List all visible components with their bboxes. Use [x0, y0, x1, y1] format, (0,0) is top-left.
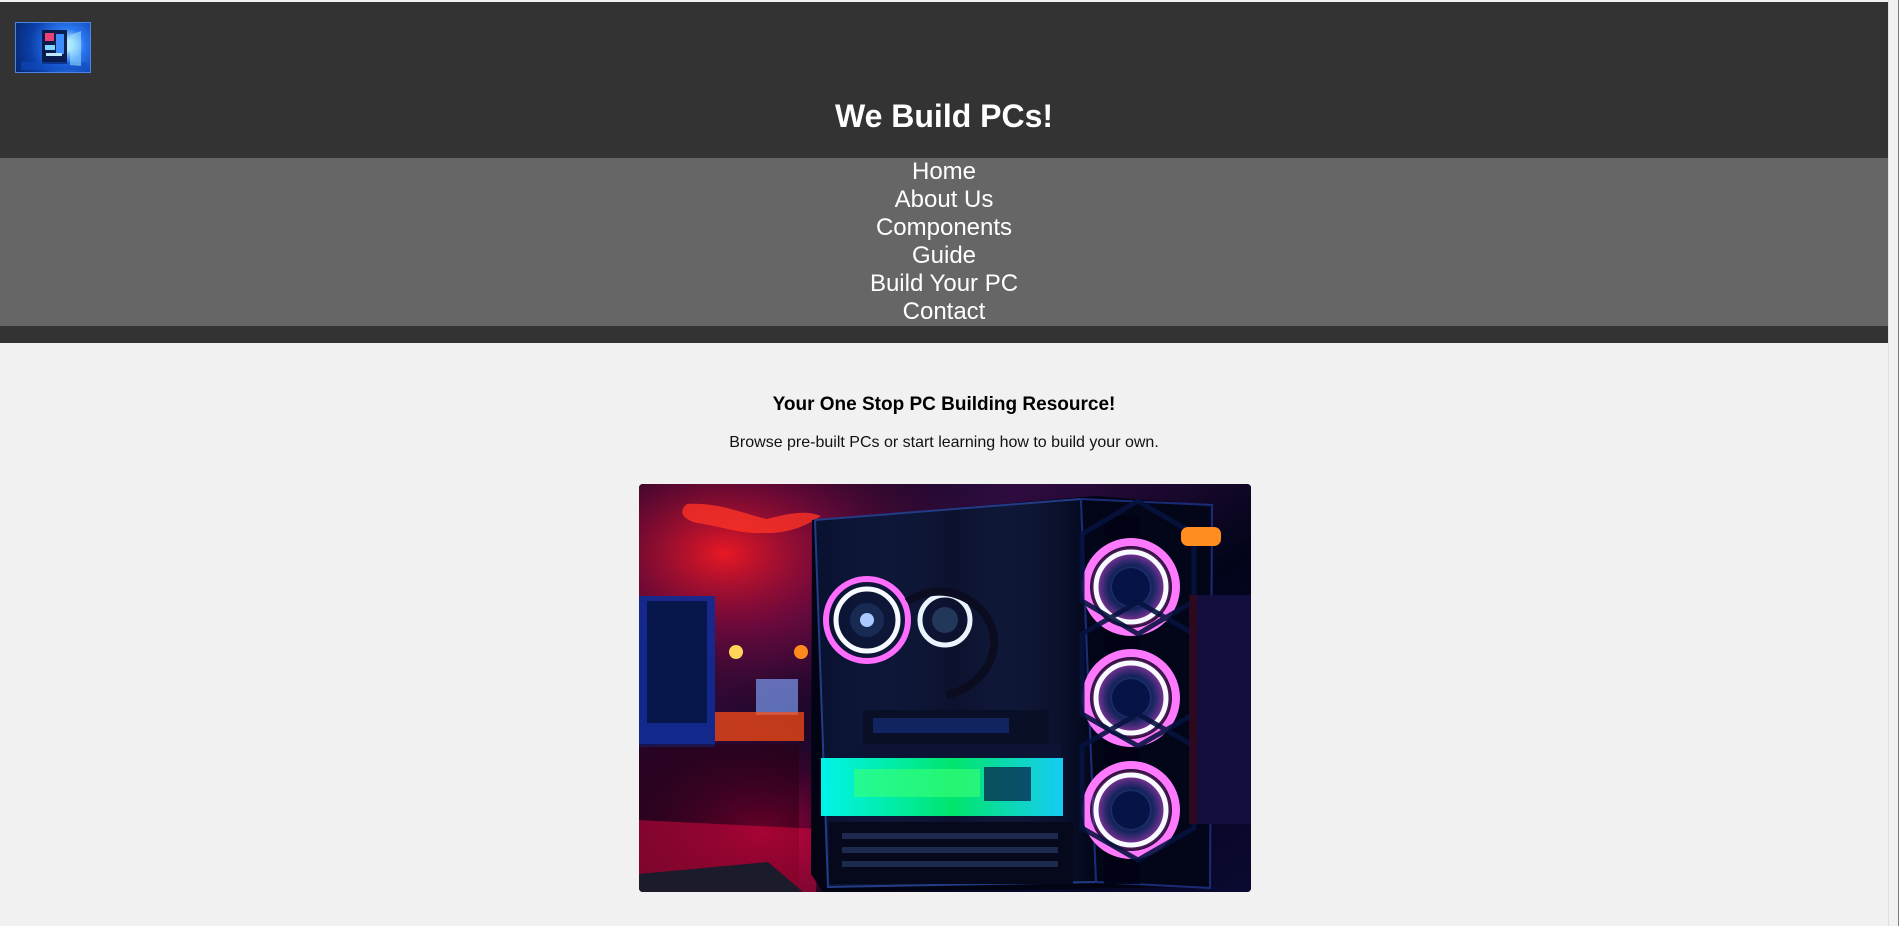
gaming-pc-image [639, 484, 1251, 892]
hero-subtitle: Browse pre-built PCs or start learning h… [729, 434, 1159, 451]
nav-link-home[interactable]: Home [0, 158, 1888, 186]
nav-link-contact[interactable]: Contact [0, 298, 1888, 326]
nav-link-guide[interactable]: Guide [0, 242, 1888, 270]
nav-link-build-your-pc[interactable]: Build Your PC [0, 270, 1888, 298]
main-navigation: Home About Us Components Guide Build You… [0, 158, 1888, 326]
site-header: We Build PCs! Home About Us Components G… [0, 2, 1888, 343]
hero-heading: Your One Stop PC Building Resource! [772, 394, 1116, 415]
site-title: We Build PCs! [834, 98, 1054, 134]
site-logo-icon[interactable] [15, 22, 91, 73]
page: We Build PCs! Home About Us Components G… [0, 0, 1899, 926]
nav-link-about-us[interactable]: About Us [0, 186, 1888, 214]
nav-link-components[interactable]: Components [0, 214, 1888, 242]
